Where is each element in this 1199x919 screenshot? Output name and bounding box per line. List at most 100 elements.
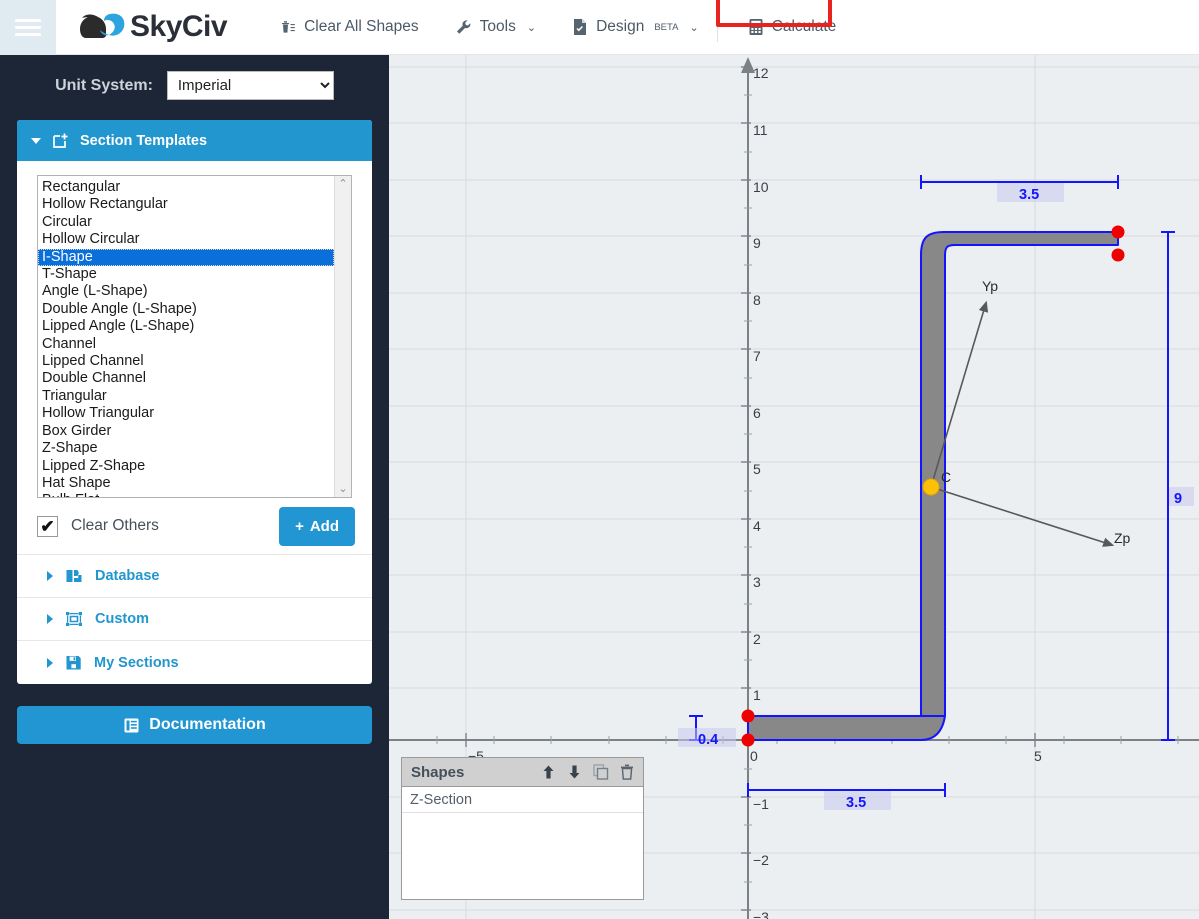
wrench-icon	[455, 19, 472, 36]
section-templates-header[interactable]: Section Templates	[17, 120, 372, 161]
brand-logo[interactable]: SkyCiv	[76, 9, 227, 45]
y-tick-label: 11	[753, 122, 768, 138]
section-template-item[interactable]: Channel	[38, 336, 334, 353]
hamburger-icon	[15, 15, 41, 40]
sidebar-item-label: Database	[95, 568, 159, 584]
nav-label: Tools	[480, 18, 516, 36]
left-sidebar: Unit System: Imperial Section Templates …	[0, 55, 389, 919]
nav-clear-all-shapes[interactable]: Clear All Shapes	[261, 0, 437, 55]
nav-calculate[interactable]: Calculate	[730, 0, 855, 55]
scroll-up-icon[interactable]: ⌃	[338, 179, 347, 189]
x-tick-label: 0	[750, 748, 758, 764]
shape-list-item[interactable]: Z-Section	[402, 787, 643, 813]
section-template-item[interactable]: Hat Shape	[38, 475, 334, 492]
section-template-item[interactable]: Double Channel	[38, 370, 334, 387]
brand-name: SkyCiv	[130, 10, 227, 44]
section-template-item[interactable]: Triangular	[38, 388, 334, 405]
dimension-top-flange: 3.5	[921, 175, 1118, 203]
save-disk-icon	[65, 655, 82, 671]
shapes-list: Z-Section	[402, 787, 643, 813]
hamburger-menu-button[interactable]	[0, 0, 56, 55]
principal-axis-z-arrow	[931, 487, 1112, 545]
centroid-marker	[923, 479, 939, 495]
unit-system-select[interactable]: Imperial	[167, 71, 334, 100]
add-section-icon	[52, 132, 69, 149]
y-tick-label: 3	[753, 574, 761, 590]
y-tick-label: 12	[753, 65, 769, 81]
dimension-value: 3.5	[846, 795, 866, 811]
section-template-item[interactable]: Lipped Channel	[38, 353, 334, 370]
documentation-button[interactable]: Documentation	[17, 706, 372, 744]
unit-system-row: Unit System: Imperial	[0, 55, 389, 100]
main-nav: Clear All Shapes Tools ⌄ Design BETA ⌄	[261, 0, 854, 55]
chevron-right-icon	[47, 614, 53, 624]
shapes-panel: Shapes Z-Section	[401, 757, 644, 900]
section-template-item[interactable]: Hollow Circular	[38, 231, 334, 248]
app-header: SkyCiv Clear All Shapes Tools ⌄	[0, 0, 1199, 55]
y-tick-label: −2	[753, 852, 769, 868]
section-template-item[interactable]: Double Angle (L-Shape)	[38, 301, 334, 318]
chevron-down-icon: ⌄	[689, 21, 698, 34]
documentation-label: Documentation	[149, 716, 265, 734]
add-section-button[interactable]: + Add	[279, 507, 355, 546]
clear-others-label: Clear Others	[71, 517, 159, 535]
section-template-item[interactable]: Hollow Triangular	[38, 405, 334, 422]
clear-others-checkbox[interactable]: ✔	[37, 516, 58, 537]
section-template-item[interactable]: Lipped Z-Shape	[38, 458, 334, 475]
sidebar-item-label: Custom	[95, 611, 149, 627]
dimension-value: 3.5	[1019, 187, 1039, 203]
add-button-label: Add	[310, 518, 339, 535]
section-template-item[interactable]: Rectangular	[38, 179, 334, 196]
calculator-icon	[748, 18, 764, 36]
section-template-item[interactable]: Z-Shape	[38, 440, 334, 457]
nav-label: Design	[596, 18, 644, 36]
move-down-icon[interactable]	[567, 764, 582, 780]
check-icon: ✔	[40, 518, 54, 535]
dimension-web-height: 9	[1161, 232, 1194, 740]
y-tick-label: 7	[753, 348, 761, 364]
book-icon	[65, 568, 83, 584]
principal-axis-y-label: Yp	[982, 278, 998, 294]
sidebar-item-database[interactable]: Database	[17, 555, 372, 598]
node-marker	[742, 710, 755, 723]
beta-badge: BETA	[654, 22, 678, 33]
chevron-right-icon	[47, 658, 53, 668]
section-template-item[interactable]: Lipped Angle (L-Shape)	[38, 318, 334, 335]
principal-axes: C Yp Zp	[923, 278, 1131, 546]
section-templates-title: Section Templates	[80, 133, 207, 149]
chevron-down-icon: ⌄	[527, 21, 536, 34]
section-template-item[interactable]: Box Girder	[38, 423, 334, 440]
sidebar-item-custom[interactable]: Custom	[17, 598, 372, 641]
x-tick-label: 5	[1034, 748, 1042, 764]
node-marker	[1112, 226, 1125, 239]
book-open-icon	[123, 717, 140, 734]
dimension-value: 0.4	[698, 732, 718, 748]
node-marker	[742, 734, 755, 747]
scroll-down-icon[interactable]: ⌄	[338, 484, 347, 494]
dimension-thickness: 0.4	[678, 716, 736, 748]
centroid-label: C	[941, 469, 951, 485]
nav-divider	[717, 12, 718, 42]
templates-scrollbar[interactable]: ⌃ ⌄	[334, 176, 351, 497]
plus-icon: +	[295, 518, 304, 535]
duplicate-icon[interactable]	[593, 764, 609, 780]
section-template-item[interactable]: T-Shape	[38, 266, 334, 283]
clear-shapes-icon	[279, 19, 296, 36]
nav-tools[interactable]: Tools ⌄	[437, 0, 554, 55]
move-up-icon[interactable]	[541, 764, 556, 780]
section-templates-items: RectangularHollow RectangularCircularHol…	[38, 176, 334, 497]
section-template-item[interactable]: I-Shape	[38, 249, 334, 266]
y-tick-label: 6	[753, 405, 761, 421]
y-tick-label: 8	[753, 292, 761, 308]
y-tick-label: 4	[753, 518, 761, 534]
custom-shape-icon	[65, 611, 83, 627]
y-tick-label: 5	[753, 461, 761, 477]
delete-icon[interactable]	[620, 764, 634, 780]
section-templates-listbox[interactable]: RectangularHollow RectangularCircularHol…	[37, 175, 352, 498]
y-tick-label: −3	[753, 909, 769, 919]
nav-design[interactable]: Design BETA ⌄	[554, 0, 717, 55]
section-template-item[interactable]: Angle (L-Shape)	[38, 283, 334, 300]
section-template-item[interactable]: Hollow Rectangular	[38, 196, 334, 213]
section-template-item[interactable]: Circular	[38, 214, 334, 231]
sidebar-item-my-sections[interactable]: My Sections	[17, 641, 372, 684]
